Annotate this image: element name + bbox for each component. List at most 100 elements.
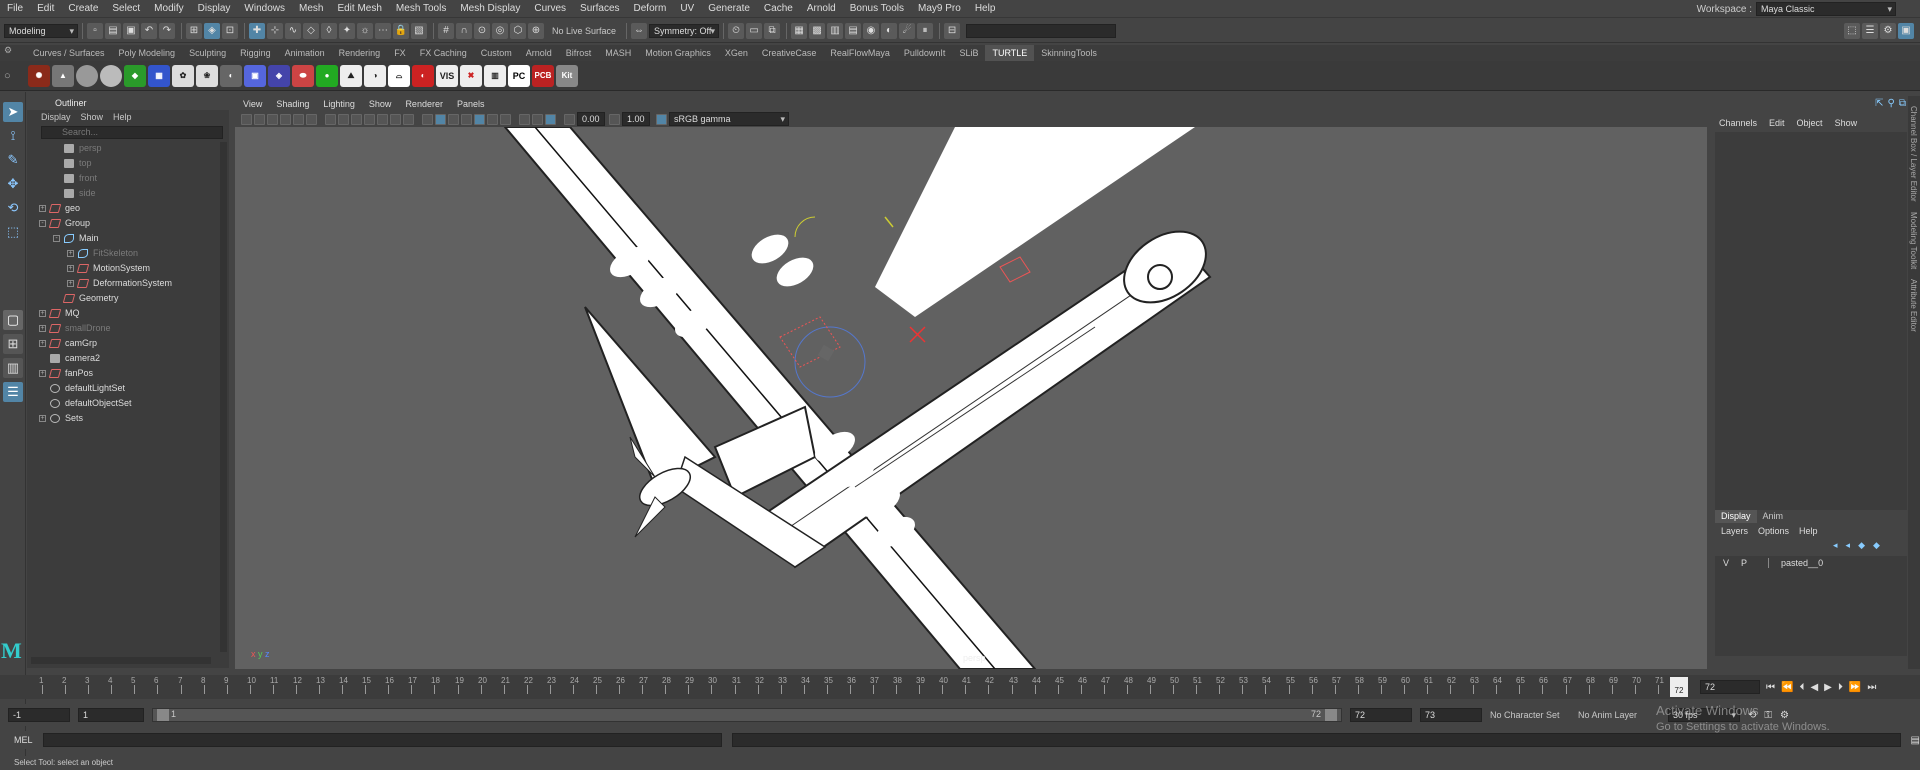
grease-pencil-icon[interactable] <box>306 113 317 125</box>
layers-menu[interactable]: Layers <box>1721 526 1748 536</box>
select-tool-icon[interactable]: ➤ <box>3 102 23 122</box>
side-tab-channel-box[interactable]: Channel Box / Layer Editor <box>1909 106 1918 202</box>
construction-history-icon[interactable]: ⧉ <box>764 22 781 39</box>
outliner-scrollbar[interactable] <box>220 142 227 652</box>
turtle-bake-icon[interactable]: ▲ <box>52 64 74 87</box>
render-settings-icon[interactable]: ▤ <box>845 22 862 39</box>
menu-modify[interactable]: Modify <box>147 0 190 18</box>
viewport-menu-shading[interactable]: Shading <box>276 97 309 111</box>
turtle-uv-icon[interactable]: ▣ <box>244 64 266 87</box>
expand-toggle-icon[interactable]: + <box>39 415 46 422</box>
go-to-end-icon[interactable]: ⏭ <box>1867 682 1876 693</box>
range-slider-bar[interactable]: 1 72 <box>152 708 1342 722</box>
sidebar-toggle-icon[interactable]: ⊟ <box>944 22 961 39</box>
menu-bonus-tools[interactable]: Bonus Tools <box>843 0 911 18</box>
vis-icon[interactable]: VIS <box>436 64 458 87</box>
script-language-toggle[interactable]: MEL <box>14 735 33 745</box>
shelf-tab-animation[interactable]: Animation <box>278 45 332 61</box>
outliner-node[interactable]: side <box>39 186 229 201</box>
camera-attr-icon[interactable] <box>254 113 265 125</box>
menu-edit-mesh[interactable]: Edit Mesh <box>330 0 388 18</box>
turtle-render-icon[interactable]: ✺ <box>28 64 50 87</box>
select-hierarchy-icon[interactable]: ⊞ <box>186 22 202 39</box>
menu-mesh-display[interactable]: Mesh Display <box>453 0 527 18</box>
undo-icon[interactable]: ↶ <box>141 22 157 39</box>
script-editor-icon[interactable]: ▤ <box>1911 735 1920 746</box>
select-object-icon[interactable]: ◈ <box>204 22 220 39</box>
range-start-handle[interactable] <box>157 709 169 721</box>
viewport-3d[interactable]: x y z persp <box>235 127 1707 669</box>
shelf-tab-creativecase[interactable]: CreativeCase <box>755 45 824 61</box>
input-line-field[interactable] <box>966 23 1117 38</box>
step-forward-key-icon[interactable]: ⏩ <box>1849 682 1861 693</box>
layer-row[interactable]: V P pasted__0 <box>1715 556 1907 570</box>
mask-deform-icon[interactable]: ◊ <box>321 22 337 39</box>
shelf-tab-realflowmaya[interactable]: RealFlowMaya <box>823 45 897 61</box>
mask-surface-icon[interactable]: ◇ <box>303 22 319 39</box>
viewport-menu-renderer[interactable]: Renderer <box>405 97 443 111</box>
shelf-tab-fx[interactable]: FX <box>387 45 413 61</box>
outliner-layout-icon[interactable]: ☰ <box>3 382 23 402</box>
time-slider[interactable]: 1 2 3 4 5 6 7 8 9 10 11 12 13 14 15 16 17 18 19 20 21 22 23 24 2… <box>0 675 1920 699</box>
shelf-tab-skinningtools[interactable]: SkinningTools <box>1034 45 1104 61</box>
lasso-tool-icon[interactable]: ⟟ <box>3 126 23 146</box>
gate-mask-icon[interactable] <box>364 113 375 125</box>
shelf-tab-arnold[interactable]: Arnold <box>519 45 559 61</box>
move-layer-up-icon[interactable]: ◂ <box>1833 540 1838 551</box>
menu-curves[interactable]: Curves <box>527 0 573 18</box>
outliner-node[interactable]: front <box>39 171 229 186</box>
channelbox-pin-icon[interactable]: ⇱ <box>1875 98 1883 109</box>
shelf-tab-motion-graphics[interactable]: Motion Graphics <box>638 45 718 61</box>
auto-key-icon[interactable]: ⚿ <box>1764 710 1772 721</box>
outliner-menu-help[interactable]: Help <box>113 110 132 124</box>
menu-may9-pro[interactable]: May9 Pro <box>911 0 968 18</box>
outliner-node[interactable]: defaultLightSet <box>39 381 229 396</box>
field-chart-icon[interactable] <box>377 113 388 125</box>
menu-mesh-tools[interactable]: Mesh Tools <box>389 0 453 18</box>
expand-toggle-icon[interactable]: + <box>39 205 46 212</box>
snap-grid-icon[interactable]: # <box>438 22 454 39</box>
toggle-channel-box-icon[interactable]: ▣ <box>1898 22 1914 39</box>
symmetry-dropdown[interactable]: Symmetry: Off <box>649 23 720 38</box>
viewport-menu-view[interactable]: View <box>243 97 262 111</box>
open-scene-icon[interactable]: ▤ <box>105 22 121 39</box>
menu-deform[interactable]: Deform <box>627 0 674 18</box>
shelf-menu-icon[interactable]: ⚙ <box>4 45 12 56</box>
input-ops-icon[interactable]: ▭ <box>746 22 763 39</box>
tab-anim[interactable]: Anim <box>1757 510 1790 523</box>
outliner-node[interactable]: persp <box>39 141 229 156</box>
turtle-delete-icon[interactable]: ✖ <box>460 64 482 87</box>
outliner-node[interactable]: top <box>39 156 229 171</box>
menu-surfaces[interactable]: Surfaces <box>573 0 626 18</box>
outliner-node[interactable]: - Main <box>39 231 229 246</box>
arnold-render-icon[interactable]: ◐ <box>881 22 898 39</box>
expand-toggle-icon[interactable]: + <box>39 340 46 347</box>
shelf-tab-curves-surfaces[interactable]: Curves / Surfaces <box>26 45 112 61</box>
pause-render-icon[interactable]: ⏸ <box>917 22 934 39</box>
outliner-node[interactable]: + DeformationSystem <box>39 276 229 291</box>
command-input[interactable] <box>42 733 722 747</box>
render-frame-icon[interactable]: ▩ <box>809 22 826 39</box>
2d-pan-icon[interactable] <box>293 113 304 125</box>
shelf-tab-bifrost[interactable]: Bifrost <box>559 45 599 61</box>
menu-cache[interactable]: Cache <box>757 0 800 18</box>
snap-point-icon[interactable]: ⊙ <box>474 22 490 39</box>
mode-dropdown[interactable]: Modeling <box>4 23 78 38</box>
turtle-red-icon[interactable]: ◐ <box>412 64 434 87</box>
pcb-icon[interactable]: PCB <box>532 64 554 87</box>
channelbox-float-icon[interactable]: ⧉ <box>1899 98 1906 109</box>
isolate-select-icon[interactable] <box>519 113 530 125</box>
current-time-marker[interactable]: 72 <box>1670 677 1688 697</box>
shadows-icon[interactable] <box>487 113 498 125</box>
outliner-hscrollbar[interactable] <box>31 657 211 664</box>
lock-selection-icon[interactable]: 🔒 <box>393 22 409 39</box>
outliner-node[interactable]: defaultObjectSet <box>39 396 229 411</box>
turtle-half-icon[interactable]: ◑ <box>364 64 386 87</box>
history-icon[interactable]: ⏲ <box>728 22 745 39</box>
paint-select-icon[interactable]: ✎ <box>3 150 23 170</box>
persp-outliner-layout-icon[interactable]: ▥ <box>3 358 23 378</box>
gamma-field[interactable]: 1.00 <box>622 112 650 126</box>
shelf-tab-rendering[interactable]: Rendering <box>332 45 388 61</box>
edit-menu[interactable]: Edit <box>1769 116 1785 130</box>
animation-end-field[interactable]: 73 <box>1420 708 1482 722</box>
